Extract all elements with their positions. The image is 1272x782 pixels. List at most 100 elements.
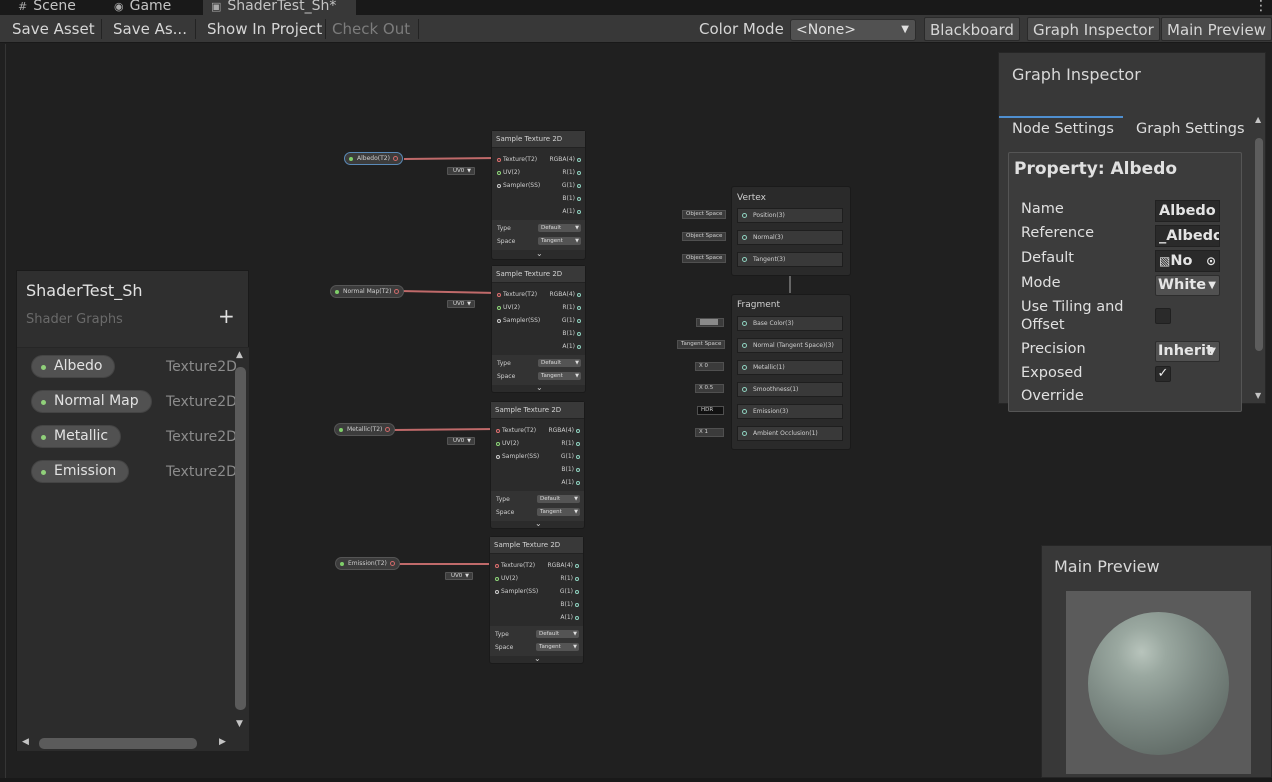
output-port[interactable]: B(1) [561, 466, 582, 474]
input-port[interactable]: Texture(T2) [494, 427, 536, 435]
output-port[interactable]: G(1) [562, 317, 583, 325]
fragment-block-ambient-occlusion[interactable]: Ambient Occlusion(1) [737, 426, 843, 441]
expand-chevron-icon[interactable]: ⌄ [536, 383, 543, 392]
use-tiling-checkbox[interactable] [1155, 308, 1171, 324]
output-port[interactable]: B(1) [562, 330, 583, 338]
sample-texture-node[interactable]: Sample Texture 2D Texture(T2) UV(2) Samp… [491, 130, 586, 260]
expand-chevron-icon[interactable]: ⌄ [536, 249, 543, 258]
property-pill[interactable]: Metallic [31, 425, 122, 448]
input-port[interactable]: Texture(T2) [493, 562, 535, 570]
ambient-occlusion-input[interactable]: X 1 [695, 428, 724, 437]
output-port[interactable]: B(1) [560, 601, 581, 609]
output-port[interactable]: RGBA(4) [548, 427, 582, 435]
output-port[interactable]: G(1) [561, 453, 582, 461]
fragment-block-base-color[interactable]: Base Color(3) [737, 316, 843, 331]
space-dropdown[interactable]: Tangent ▼ [538, 237, 581, 245]
preview-viewport[interactable] [1066, 591, 1251, 774]
input-port[interactable]: UV(2) [495, 169, 520, 177]
property-pill[interactable]: Albedo [31, 355, 116, 378]
precision-dropdown[interactable]: Inherit ▼ [1155, 341, 1220, 362]
output-port[interactable]: R(1) [562, 169, 583, 177]
scroll-down-icon[interactable]: ▼ [236, 719, 243, 729]
type-dropdown[interactable]: Default ▼ [538, 224, 581, 232]
input-port[interactable]: UV(2) [493, 575, 518, 583]
property-row-metallic[interactable]: Metallic Texture2D [17, 421, 237, 449]
sample-texture-node[interactable]: Sample Texture 2D Texture(T2) UV(2) Samp… [489, 536, 584, 664]
property-node-emission[interactable]: Emission(T2) [335, 557, 400, 570]
name-field[interactable]: Albedo [1155, 200, 1220, 222]
vertex-context[interactable]: Vertex Position(3) Normal(3) Tangent(3) [731, 186, 851, 276]
sample-texture-node[interactable]: Sample Texture 2D Texture(T2) UV(2) Samp… [491, 265, 586, 393]
property-node-metallic[interactable]: Metallic(T2) [334, 423, 396, 436]
input-port[interactable]: Sampler(SS) [495, 182, 540, 190]
add-property-button[interactable]: + [218, 304, 235, 328]
sample-texture-node[interactable]: Sample Texture 2D Texture(T2) UV(2) Samp… [490, 401, 585, 529]
property-pill[interactable]: Emission [31, 460, 130, 483]
object-picker-icon[interactable]: ⊙ [1206, 251, 1216, 271]
property-row-albedo[interactable]: Albedo Texture2D [17, 351, 237, 379]
tangent-space-input[interactable]: Object Space [682, 254, 727, 263]
output-port[interactable]: R(1) [561, 440, 582, 448]
scroll-up-icon[interactable]: ▲ [1255, 115, 1261, 124]
output-port-icon[interactable] [392, 156, 398, 161]
normal-tangent-space-input[interactable]: Tangent Space [677, 340, 726, 349]
vertex-block-position[interactable]: Position(3) [737, 208, 843, 223]
default-texture-field[interactable]: ▧No ⊙ [1155, 250, 1220, 272]
expand-chevron-icon[interactable]: ⌄ [535, 519, 542, 528]
output-port[interactable]: A(1) [562, 343, 583, 351]
scroll-right-icon[interactable]: ▶ [219, 737, 226, 747]
input-port[interactable]: UV(2) [495, 304, 520, 312]
normal-space-input[interactable]: Object Space [682, 232, 727, 241]
fragment-block-metallic[interactable]: Metallic(1) [737, 360, 843, 375]
fragment-block-normal[interactable]: Normal (Tangent Space)(3) [737, 338, 843, 353]
input-port[interactable]: Sampler(SS) [495, 317, 540, 325]
type-dropdown[interactable]: Default ▼ [537, 495, 580, 503]
output-port[interactable]: R(1) [560, 575, 581, 583]
output-port[interactable]: G(1) [560, 588, 581, 596]
input-port[interactable]: Texture(T2) [495, 291, 537, 299]
vertical-scrollbar-thumb[interactable] [235, 367, 246, 710]
output-port[interactable]: R(1) [562, 304, 583, 312]
smoothness-input[interactable]: X 0.5 [695, 384, 724, 393]
vertex-block-tangent[interactable]: Tangent(3) [737, 252, 843, 267]
position-space-input[interactable]: Object Space [682, 210, 727, 219]
reference-field[interactable]: _Albedo [1155, 225, 1220, 247]
fragment-block-emission[interactable]: Emission(3) [737, 404, 843, 419]
space-dropdown[interactable]: Tangent ▼ [538, 372, 581, 380]
expand-chevron-icon[interactable]: ⌄ [534, 654, 541, 663]
output-port[interactable]: RGBA(4) [549, 291, 583, 299]
horizontal-scrollbar-thumb[interactable] [39, 738, 197, 749]
output-port-icon[interactable] [394, 289, 400, 294]
output-port[interactable]: B(1) [562, 195, 583, 203]
tab-graph-settings[interactable]: Graph Settings [1136, 121, 1245, 137]
mode-dropdown[interactable]: White ▼ [1155, 275, 1220, 296]
output-port[interactable]: RGBA(4) [547, 562, 581, 570]
scroll-up-icon[interactable]: ▲ [236, 350, 243, 360]
property-row-emission[interactable]: Emission Texture2D [17, 456, 237, 484]
space-dropdown[interactable]: Tangent ▼ [537, 508, 580, 516]
output-port[interactable]: A(1) [560, 614, 581, 622]
emission-input[interactable]: HDR [697, 406, 724, 415]
input-port[interactable]: Sampler(SS) [494, 453, 539, 461]
uv-dropdown[interactable]: UV0 ▼ [447, 300, 475, 308]
uv-dropdown[interactable]: UV0 ▼ [447, 167, 475, 175]
property-pill[interactable]: Normal Map [31, 390, 152, 413]
property-row-normal-map[interactable]: Normal Map Texture2D [17, 386, 237, 414]
fragment-context[interactable]: Fragment Base Color(3) Normal (Tangent S… [731, 294, 851, 450]
scroll-down-icon[interactable]: ▼ [1255, 391, 1261, 400]
scroll-left-icon[interactable]: ◀ [22, 737, 29, 747]
output-port[interactable]: A(1) [561, 479, 582, 487]
property-node-albedo[interactable]: Albedo(T2) [344, 152, 403, 165]
output-port[interactable]: G(1) [562, 182, 583, 190]
uv-dropdown[interactable]: UV0 ▼ [447, 437, 475, 445]
inspector-scrollbar-thumb[interactable] [1255, 138, 1263, 351]
input-port[interactable]: Texture(T2) [495, 156, 537, 164]
output-port[interactable]: A(1) [562, 208, 583, 216]
output-port-icon[interactable] [389, 561, 395, 566]
metallic-input[interactable]: X 0 [695, 362, 724, 371]
output-port-icon[interactable] [385, 427, 391, 432]
output-port[interactable]: RGBA(4) [549, 156, 583, 164]
exposed-checkbox[interactable]: ✓ [1155, 366, 1171, 382]
base-color-input[interactable] [696, 318, 724, 327]
fragment-block-smoothness[interactable]: Smoothness(1) [737, 382, 843, 397]
